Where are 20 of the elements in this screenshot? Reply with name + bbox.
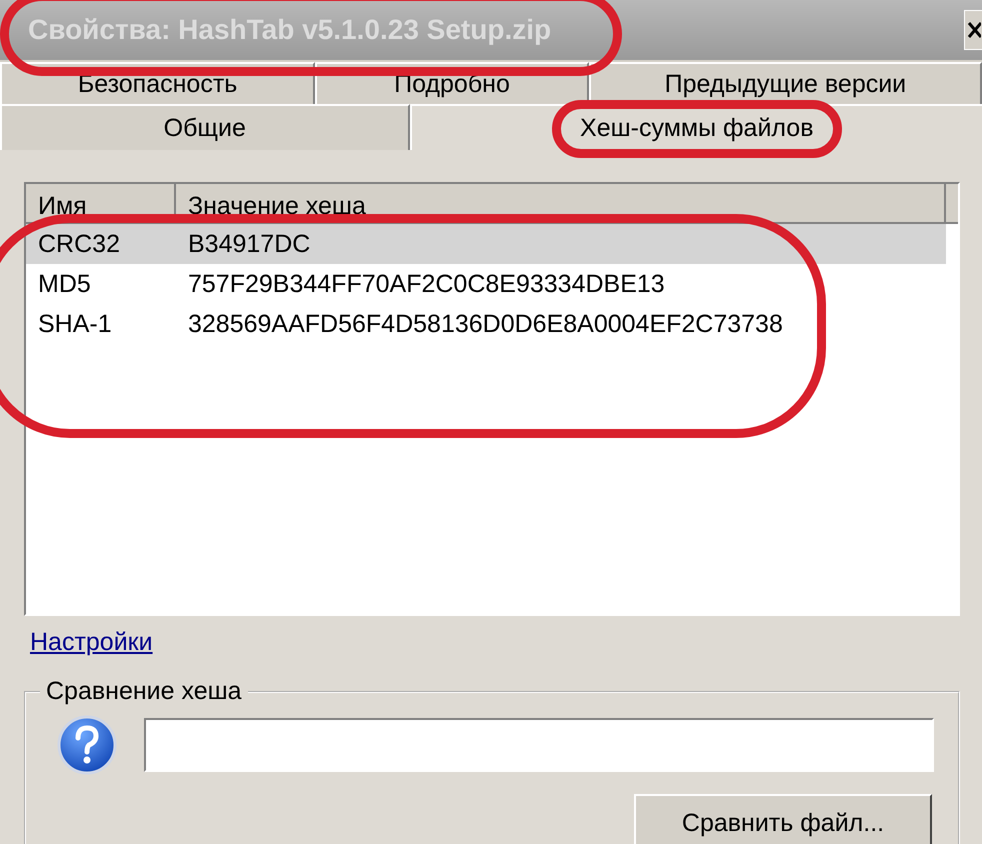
close-icon <box>966 19 980 41</box>
close-button[interactable] <box>964 10 982 50</box>
hash-row[interactable]: SHA-1 328569AAFD56F4D58136D0D6E8A0004EF2C73738 <box>26 304 958 344</box>
tab[interactable]: Общие <box>0 104 410 150</box>
settings-link[interactable]: Настройки <box>30 628 153 657</box>
table-cell-text: MD5 <box>37 270 92 298</box>
tab[interactable]: Хеш-суммы файлов <box>410 104 982 150</box>
table-cell-text: B34917DC <box>187 230 312 258</box>
tab[interactable]: Предыдущие версии <box>588 62 982 104</box>
group-title: Сравнение хеша <box>45 677 243 706</box>
window-title: Свойства: HashTab v5.1.0.23 Setup.zip <box>27 14 552 46</box>
table-cell-text: 757F29B344FF70AF2C0C8E93334DBE13 <box>187 270 666 298</box>
table-cell-text: CRC32 <box>37 230 121 258</box>
help-icon <box>56 714 118 776</box>
hash-row[interactable]: CRC32 B34917DC <box>26 224 946 264</box>
compare-file-button[interactable]: Сравнить файл... <box>634 794 932 844</box>
table-cell-text: SHA-1 <box>37 310 113 338</box>
hash-input-field[interactable] <box>144 718 934 772</box>
table-cell-text: 328569AAFD56F4D58136D0D6E8A0004EF2C73738 <box>187 310 784 338</box>
hash-row[interactable]: MD5 757F29B344FF70AF2C0C8E93334DBE13 <box>26 264 958 304</box>
